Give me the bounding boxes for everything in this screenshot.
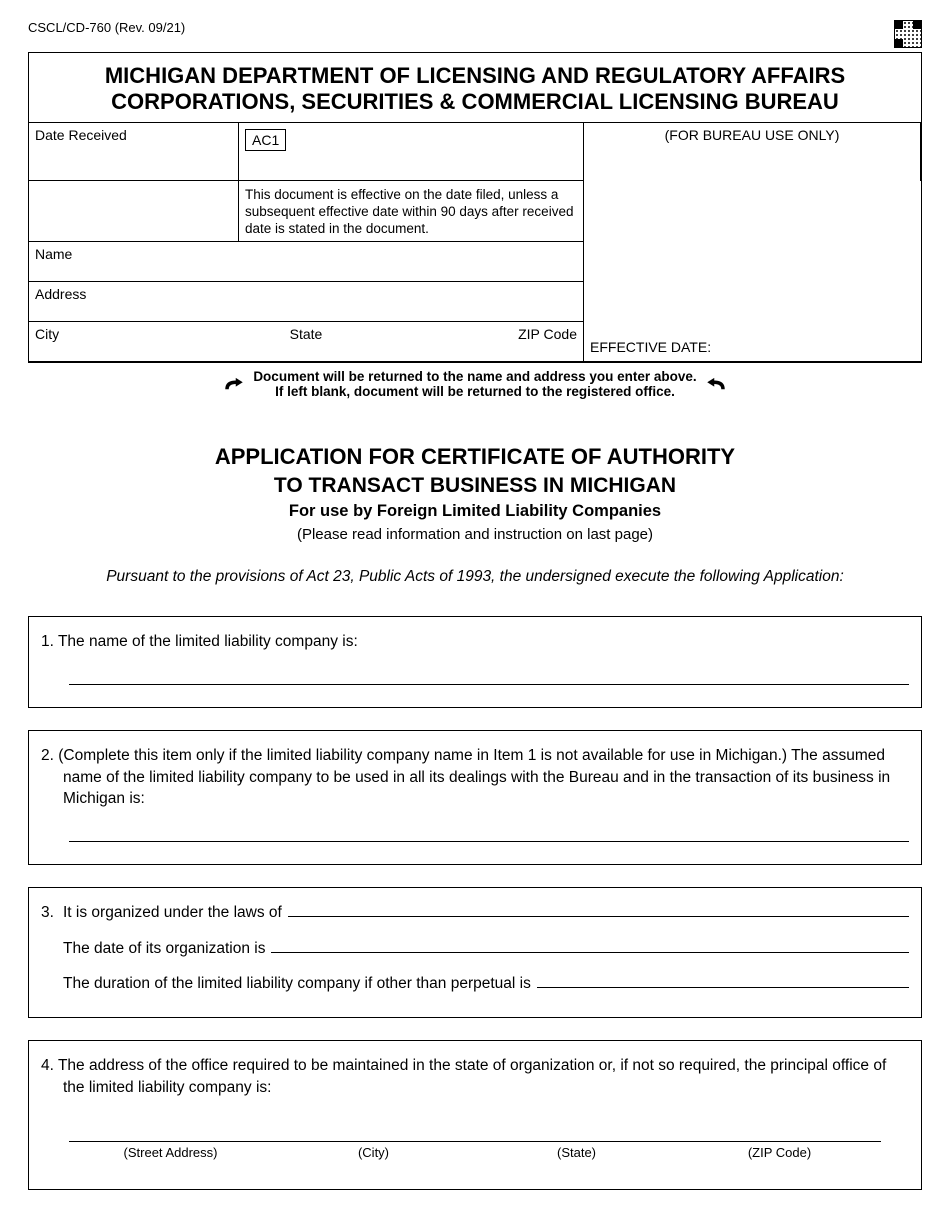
name-field[interactable]: Name bbox=[29, 242, 583, 282]
item-2-input[interactable] bbox=[69, 824, 909, 842]
title-line2: TO TRANSACT BUSINESS IN MICHIGAN bbox=[28, 472, 922, 499]
addr-label-zip: (ZIP Code) bbox=[678, 1144, 881, 1162]
item-3b-input[interactable] bbox=[271, 939, 909, 953]
effective-note: This document is effective on the date f… bbox=[239, 181, 584, 243]
item-3a-text: It is organized under the laws of bbox=[63, 904, 282, 921]
return-line1: Document will be returned to the name an… bbox=[253, 369, 696, 384]
agency-line2: CORPORATIONS, SECURITIES & COMMERCIAL LI… bbox=[35, 89, 915, 115]
agency-line1: MICHIGAN DEPARTMENT OF LICENSING AND REG… bbox=[35, 63, 915, 89]
addr-label-street: (Street Address) bbox=[69, 1144, 272, 1162]
item-2: 2. (Complete this item only if the limit… bbox=[28, 730, 922, 865]
date-received-cell[interactable]: Date Received bbox=[29, 123, 239, 181]
city-field[interactable]: City bbox=[35, 326, 216, 357]
return-line2: If left blank, document will be returned… bbox=[253, 384, 696, 399]
item-4: 4. The address of the office required to… bbox=[28, 1040, 922, 1190]
effective-date-cell[interactable]: EFFECTIVE DATE: bbox=[584, 242, 921, 362]
ac1-box: AC1 bbox=[245, 129, 286, 151]
qr-code-icon bbox=[894, 20, 922, 48]
item-2-text: 2. (Complete this item only if the limit… bbox=[41, 745, 909, 810]
bureau-only-cell: (FOR BUREAU USE ONLY) bbox=[584, 123, 921, 181]
bureau-space bbox=[584, 181, 921, 243]
addr-label-state: (State) bbox=[475, 1144, 678, 1162]
form-title: APPLICATION FOR CERTIFICATE OF AUTHORITY… bbox=[28, 443, 922, 544]
addr-label-city: (City) bbox=[272, 1144, 475, 1162]
address-field[interactable]: Address bbox=[29, 282, 583, 322]
item-3: 3.It is organized under the laws of The … bbox=[28, 887, 922, 1018]
pursuant-text: Pursuant to the provisions of Act 23, Pu… bbox=[28, 568, 922, 586]
form-id: CSCL/CD-760 (Rev. 09/21) bbox=[28, 20, 185, 35]
item-3c-input[interactable] bbox=[537, 974, 909, 988]
item-1-text: 1. The name of the limited liability com… bbox=[41, 631, 909, 653]
arrow-up-right-icon bbox=[223, 377, 245, 391]
title-line4: (Please read information and instruction… bbox=[28, 525, 922, 545]
arrow-up-left-icon bbox=[705, 377, 727, 391]
item-3-num: 3. bbox=[41, 902, 63, 924]
item-3b-text: The date of its organization is bbox=[41, 938, 265, 960]
item-4-address-input[interactable] bbox=[69, 1116, 881, 1142]
ac1-cell: AC1 bbox=[239, 123, 584, 181]
zip-field[interactable]: ZIP Code bbox=[396, 326, 577, 357]
item-3c-text: The duration of the limited liability co… bbox=[41, 973, 531, 995]
title-line3: For use by Foreign Limited Liability Com… bbox=[28, 501, 922, 522]
return-note: Document will be returned to the name an… bbox=[28, 363, 922, 409]
title-line1: APPLICATION FOR CERTIFICATE OF AUTHORITY bbox=[28, 443, 922, 472]
item-1-input[interactable] bbox=[69, 667, 909, 685]
item-4-text: 4. The address of the office required to… bbox=[41, 1055, 909, 1098]
state-field[interactable]: State bbox=[216, 326, 397, 357]
item-1: 1. The name of the limited liability com… bbox=[28, 616, 922, 708]
header-box: MICHIGAN DEPARTMENT OF LICENSING AND REG… bbox=[28, 52, 922, 363]
blank-cell bbox=[29, 181, 239, 243]
item-3a-input[interactable] bbox=[288, 903, 909, 917]
